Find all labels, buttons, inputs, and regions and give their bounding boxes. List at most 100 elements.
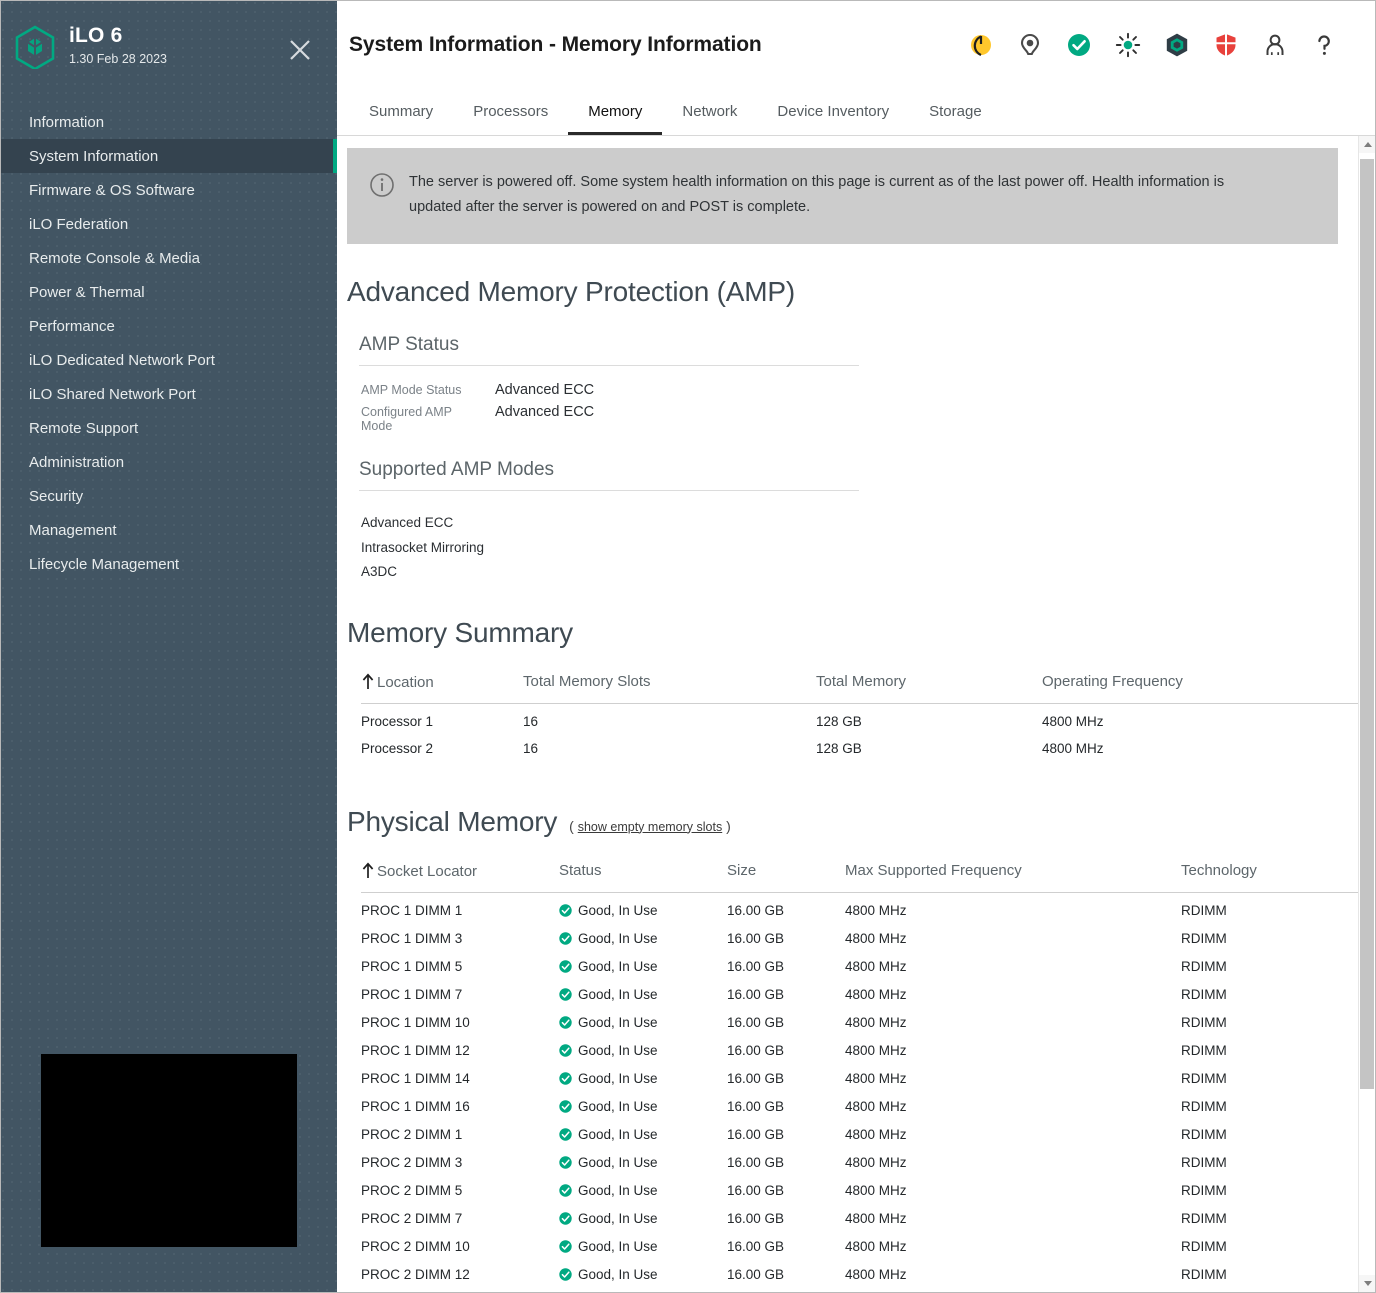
physical-memory-heading-row: Physical Memory ( show empty memory slot…: [347, 806, 1346, 838]
cell-status: Good, In Use: [559, 924, 727, 952]
tab-processors[interactable]: Processors: [453, 103, 568, 135]
page-title: System Information - Memory Information: [349, 33, 762, 57]
sort-ascending-arrow-icon: [361, 862, 375, 879]
close-icon[interactable]: [287, 37, 313, 63]
cell-size: 16.00 GB: [727, 1064, 845, 1092]
show-empty-memory-slots-link[interactable]: show empty memory slots: [578, 820, 722, 834]
user-account-icon[interactable]: [1262, 32, 1288, 58]
show-empty-slots-wrapper: ( show empty memory slots ): [569, 818, 731, 834]
table-row[interactable]: PROC 1 DIMM 7Good, In Use16.00 GB4800 MH…: [361, 980, 1358, 1008]
sidebar-item-performance[interactable]: Performance: [1, 309, 337, 343]
sidebar-item-remote-support[interactable]: Remote Support: [1, 411, 337, 445]
table-row[interactable]: PROC 2 DIMM 1Good, In Use16.00 GB4800 MH…: [361, 1120, 1358, 1148]
sidebar-item-system-information[interactable]: System Information: [1, 139, 337, 173]
sidebar-item-power-thermal[interactable]: Power & Thermal: [1, 275, 337, 309]
scroll-down-button[interactable]: [1359, 1275, 1375, 1292]
temperature-icon[interactable]: [1115, 32, 1141, 58]
tab-device-inventory[interactable]: Device Inventory: [757, 103, 909, 135]
status-ok-check-icon: [559, 1184, 572, 1197]
cell-socket-locator: PROC 1 DIMM 14: [361, 1064, 559, 1092]
status-badge: Good, In Use: [559, 1099, 721, 1114]
cell-status: Good, In Use: [559, 1260, 727, 1288]
column-header-technology[interactable]: Technology: [1181, 856, 1358, 893]
sidebar-item-ilo-dedicated-network-port[interactable]: iLO Dedicated Network Port: [1, 343, 337, 377]
scroll-up-button[interactable]: [1359, 136, 1375, 153]
table-row[interactable]: PROC 1 DIMM 16Good, In Use16.00 GB4800 M…: [361, 1092, 1358, 1120]
sidebar-item-remote-console-media[interactable]: Remote Console & Media: [1, 241, 337, 275]
help-icon[interactable]: [1311, 32, 1337, 58]
table-row[interactable]: PROC 1 DIMM 10Good, In Use16.00 GB4800 M…: [361, 1008, 1358, 1036]
cell-status: Good, In Use: [559, 1008, 727, 1036]
status-label: Good, In Use: [578, 959, 658, 974]
page-content: The server is powered off. Some system h…: [337, 136, 1358, 1292]
security-shield-icon[interactable]: [1213, 32, 1239, 58]
column-header-size[interactable]: Size: [727, 856, 845, 893]
uid-indicator-icon[interactable]: [1017, 32, 1043, 58]
remote-console-preview-thumbnail[interactable]: [41, 1054, 297, 1247]
info-circle-icon: [369, 172, 395, 203]
table-row[interactable]: Processor 216128 GB4800 MHz: [361, 735, 1358, 762]
table-row[interactable]: PROC 1 DIMM 3Good, In Use16.00 GB4800 MH…: [361, 924, 1358, 952]
table-row[interactable]: Processor 116128 GB4800 MHz: [361, 703, 1358, 735]
chevron-down-icon: [1364, 1281, 1372, 1286]
scrollbar-thumb[interactable]: [1360, 159, 1374, 1089]
chevron-up-icon: [1364, 142, 1372, 147]
sidebar-item-ilo-federation[interactable]: iLO Federation: [1, 207, 337, 241]
table-row[interactable]: PROC 1 DIMM 12Good, In Use16.00 GB4800 M…: [361, 1036, 1358, 1064]
cell-location: Processor 1: [361, 703, 523, 735]
column-header-status[interactable]: Status: [559, 856, 727, 893]
status-badge: Good, In Use: [559, 1211, 721, 1226]
column-header-location[interactable]: Location: [361, 667, 523, 704]
cell-max-supported-frequency: 4800 MHz: [845, 1204, 1181, 1232]
status-label: Good, In Use: [578, 1211, 658, 1226]
sidebar-item-security[interactable]: Security: [1, 479, 337, 513]
status-ok-check-icon: [559, 1044, 572, 1057]
cell-socket-locator: PROC 2 DIMM 1: [361, 1120, 559, 1148]
column-header-max-supported-frequency[interactable]: Max Supported Frequency: [845, 856, 1181, 893]
sidebar-item-label: Remote Support: [29, 420, 138, 437]
health-status-ok-icon[interactable]: [1066, 32, 1092, 58]
sidebar-item-lifecycle-management[interactable]: Lifecycle Management: [1, 547, 337, 581]
supported-amp-mode-item: A3DC: [361, 560, 1346, 585]
table-row[interactable]: PROC 2 DIMM 5Good, In Use16.00 GB4800 MH…: [361, 1176, 1358, 1204]
table-row[interactable]: PROC 2 DIMM 10Good, In Use16.00 GB4800 M…: [361, 1232, 1358, 1260]
table-header-row: LocationTotal Memory SlotsTotal MemoryOp…: [361, 667, 1358, 704]
column-header-operating-frequency[interactable]: Operating Frequency: [1042, 667, 1358, 704]
column-header-socket-locator[interactable]: Socket Locator: [361, 856, 559, 893]
cell-status: Good, In Use: [559, 980, 727, 1008]
supported-amp-mode-item: Advanced ECC: [361, 511, 1346, 536]
sidebar-item-management[interactable]: Management: [1, 513, 337, 547]
table-row[interactable]: PROC 2 DIMM 3Good, In Use16.00 GB4800 MH…: [361, 1148, 1358, 1176]
cell-size: 16.00 GB: [727, 1092, 845, 1120]
sidebar-item-information[interactable]: Information: [1, 105, 337, 139]
cell-status: Good, In Use: [559, 1064, 727, 1092]
table-row[interactable]: PROC 1 DIMM 5Good, In Use16.00 GB4800 MH…: [361, 952, 1358, 980]
scrollbar-track[interactable]: [1359, 153, 1375, 1275]
cell-max-supported-frequency: 4800 MHz: [845, 1260, 1181, 1288]
cell-technology: RDIMM: [1181, 1176, 1358, 1204]
tab-network[interactable]: Network: [662, 103, 757, 135]
tab-storage[interactable]: Storage: [909, 103, 1002, 135]
table-row[interactable]: PROC 2 DIMM 12Good, In Use16.00 GB4800 M…: [361, 1260, 1358, 1288]
status-ok-check-icon: [559, 1128, 572, 1141]
sidebar-item-ilo-shared-network-port[interactable]: iLO Shared Network Port: [1, 377, 337, 411]
ilo-hex-cube-icon: [14, 25, 56, 69]
status-label: Good, In Use: [578, 1043, 658, 1058]
cell-total-memory-slots: 16: [523, 735, 816, 762]
cell-socket-locator: PROC 2 DIMM 12: [361, 1260, 559, 1288]
status-label: Good, In Use: [578, 1155, 658, 1170]
column-header-total-memory[interactable]: Total Memory: [816, 667, 1042, 704]
sidebar-item-firmware-os-software[interactable]: Firmware & OS Software: [1, 173, 337, 207]
table-row[interactable]: PROC 2 DIMM 7Good, In Use16.00 GB4800 MH…: [361, 1204, 1358, 1232]
power-status-icon[interactable]: [968, 32, 994, 58]
ilo-hex-icon[interactable]: [1164, 32, 1190, 58]
sidebar-item-administration[interactable]: Administration: [1, 445, 337, 479]
table-row[interactable]: PROC 1 DIMM 14Good, In Use16.00 GB4800 M…: [361, 1064, 1358, 1092]
column-header-total-memory-slots[interactable]: Total Memory Slots: [523, 667, 816, 704]
tab-summary[interactable]: Summary: [349, 103, 453, 135]
sidebar-item-label: Firmware & OS Software: [29, 182, 195, 199]
table-row[interactable]: PROC 1 DIMM 1Good, In Use16.00 GB4800 MH…: [361, 892, 1358, 924]
paren-open: (: [569, 818, 574, 834]
tab-memory[interactable]: Memory: [568, 103, 662, 135]
vertical-scrollbar[interactable]: [1358, 136, 1375, 1292]
